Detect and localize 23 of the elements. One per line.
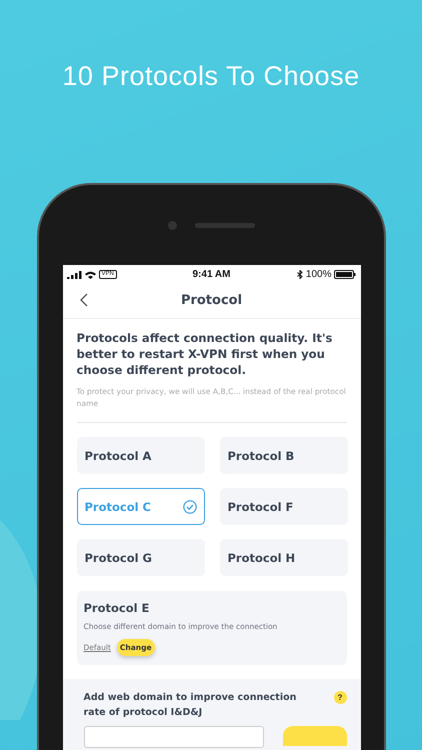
domain-text: Add web domain to improve connection rate of protocol I&D&J bbox=[84, 691, 298, 720]
page-title: Protocol bbox=[180, 292, 242, 308]
check-icon bbox=[182, 500, 196, 514]
intro-text: Protocols affect connection quality. It's better to restart X-VPN first when you choose different protocol. bbox=[76, 330, 334, 378]
bluetooth-icon bbox=[296, 270, 303, 279]
protocol-option[interactable]: Protocol F bbox=[220, 488, 348, 525]
status-time: 9:41 AM bbox=[192, 269, 230, 280]
camera-icon bbox=[168, 220, 177, 230]
protocol-option[interactable]: Protocol B bbox=[220, 437, 348, 474]
domain-input-field[interactable] bbox=[84, 726, 264, 748]
speaker-grille bbox=[195, 222, 255, 228]
battery-icon bbox=[334, 270, 356, 279]
protocol-option[interactable]: Protocol H bbox=[220, 539, 348, 576]
protocol-option[interactable]: Protocol G bbox=[76, 539, 204, 576]
apply-button[interactable] bbox=[282, 726, 346, 746]
help-button[interactable]: ? bbox=[334, 691, 346, 704]
headline: 10 Protocols To Choose bbox=[61, 60, 361, 93]
protocol-e-title: Protocol E bbox=[84, 601, 150, 615]
wifi-icon bbox=[84, 270, 96, 278]
protocol-option[interactable]: Protocol A bbox=[76, 437, 204, 474]
battery-percent: 100% bbox=[306, 269, 332, 280]
back-chevron-icon[interactable] bbox=[80, 293, 88, 307]
signal-icon bbox=[66, 270, 82, 278]
